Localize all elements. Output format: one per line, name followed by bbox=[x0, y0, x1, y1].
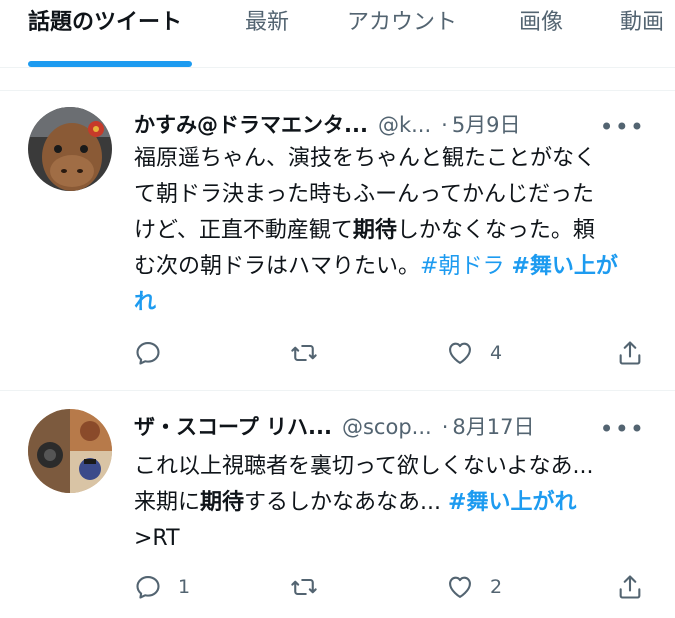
tabs-spacer bbox=[0, 68, 675, 90]
user-handle[interactable]: @k... bbox=[378, 109, 431, 141]
tab-accounts[interactable]: アカウント bbox=[347, 8, 457, 38]
reply-icon bbox=[136, 342, 160, 365]
tab-latest[interactable]: 最新 bbox=[245, 8, 289, 38]
tweet-text-line: て朝ドラ決まった時もふーんってかんじだった bbox=[134, 177, 654, 213]
retweet-button[interactable] bbox=[290, 337, 334, 369]
share-icon bbox=[619, 341, 641, 365]
more-options-icon[interactable]: ••• bbox=[600, 115, 645, 139]
active-tab-indicator bbox=[28, 61, 192, 67]
display-name[interactable]: ザ・スコープ リハ... bbox=[134, 411, 332, 443]
avatar-image bbox=[28, 409, 112, 493]
tab-videos[interactable]: 動画 bbox=[620, 8, 664, 38]
share-button[interactable] bbox=[616, 337, 644, 369]
hashtag-link[interactable]: #舞い上が bbox=[511, 254, 617, 279]
reply-icon bbox=[136, 576, 160, 599]
avatar[interactable] bbox=[28, 107, 112, 191]
tweet-actions: 1 2 bbox=[0, 571, 675, 603]
like-button[interactable]: 4 bbox=[446, 337, 502, 369]
tab-top[interactable]: 話題のツイート bbox=[28, 8, 182, 38]
tweet-actions: 4 bbox=[0, 337, 675, 369]
tweet-text-segment: 期待 bbox=[352, 218, 397, 243]
heart-icon bbox=[449, 576, 471, 598]
tweet-text: 福原遥ちゃん、演技をちゃんと観たことがなく て朝ドラ決まった時もふーんってかんじだ… bbox=[134, 141, 654, 321]
hashtag-link[interactable]: れ bbox=[134, 290, 156, 315]
tweet-text-line: >RT bbox=[134, 521, 654, 557]
tweet-header: かすみ@ドラマエンタ... @k... · 5月9日 bbox=[134, 109, 521, 141]
like-count: 2 bbox=[490, 576, 503, 598]
tweet[interactable]: かすみ@ドラマエンタ... @k... · 5月9日 ••• 福原遥ちゃん、演技をちゃ… bbox=[0, 90, 675, 390]
tweet-date[interactable]: 8月17日 bbox=[452, 411, 534, 443]
tweet-text-segment: しかなくなった。頼 bbox=[396, 218, 595, 243]
avatar-image bbox=[28, 107, 112, 191]
tweet-text-segment: 福原遥ちゃん、演技をちゃんと観たことがなく bbox=[134, 146, 597, 171]
tweet-text-segment: するしかなあなあ... bbox=[244, 490, 449, 515]
tweet-text-segment: て朝ドラ決まった時もふーんってかんじだった bbox=[134, 182, 595, 207]
tweet-text-segment: 来期に bbox=[134, 490, 201, 515]
like-count: 4 bbox=[490, 342, 503, 364]
heart-icon bbox=[449, 342, 471, 364]
share-icon bbox=[619, 575, 641, 599]
share-button[interactable] bbox=[616, 571, 644, 603]
tab-images[interactable]: 画像 bbox=[519, 8, 563, 38]
tweet-text-segment: 期待 bbox=[200, 490, 245, 515]
avatar[interactable] bbox=[28, 409, 112, 493]
separator-dot: · bbox=[441, 415, 449, 439]
retweet-button[interactable] bbox=[290, 571, 334, 603]
search-tabs: 話題のツイート 最新 アカウント 画像 動画 bbox=[0, 0, 675, 68]
retweet-icon bbox=[291, 578, 317, 596]
tweet-text-segment: >RT bbox=[134, 526, 180, 551]
tweet-text-line: 来期に期待するしかなあなあ... #舞い上がれ bbox=[134, 485, 654, 521]
reply-count: 1 bbox=[178, 576, 191, 598]
tweet-text-line: 福原遥ちゃん、演技をちゃんと観たことがなく bbox=[134, 141, 654, 177]
tweet-text-line: む次の朝ドラはハマりたい。#朝ドラ #舞い上が bbox=[134, 249, 654, 285]
hashtag-link[interactable]: #朝ドラ bbox=[420, 254, 504, 279]
separator-dot: · bbox=[441, 113, 448, 137]
user-handle[interactable]: @scop... bbox=[342, 411, 432, 443]
more-options-icon[interactable]: ••• bbox=[600, 417, 645, 441]
tweet-text-line: これ以上視聴者を裏切って欲しくないよなあ... bbox=[134, 449, 654, 485]
tweet-text-segment: これ以上視聴者を裏切って欲しくないよなあ... bbox=[134, 454, 594, 479]
tweet-text-line: けど、正直不動産観て期待しかなくなった。頼 bbox=[134, 213, 654, 249]
tweet-header: ザ・スコープ リハ... @scop... · 8月17日 bbox=[134, 411, 534, 443]
reply-button[interactable]: 1 bbox=[134, 571, 190, 603]
like-button[interactable]: 2 bbox=[446, 571, 502, 603]
tweet-text: これ以上視聴者を裏切って欲しくないよなあ... 来期に期待するしかなあなあ... … bbox=[134, 449, 654, 557]
hashtag-link[interactable]: #舞い上がれ bbox=[448, 490, 576, 515]
retweet-icon bbox=[291, 344, 317, 362]
reply-button[interactable] bbox=[134, 337, 178, 369]
tweet-text-line: れ bbox=[134, 285, 654, 321]
tweet[interactable]: ザ・スコープ リハ... @scop... · 8月17日 ••• これ以上視聴者を裏… bbox=[0, 390, 675, 618]
tweet-text-segment: む次の朝ドラはハマりたい。 bbox=[134, 254, 421, 279]
tweet-text-segment: けど、正直不動産観て bbox=[134, 218, 353, 243]
display-name[interactable]: かすみ@ドラマエンタ... bbox=[134, 109, 368, 141]
tweet-date[interactable]: 5月9日 bbox=[452, 109, 521, 141]
